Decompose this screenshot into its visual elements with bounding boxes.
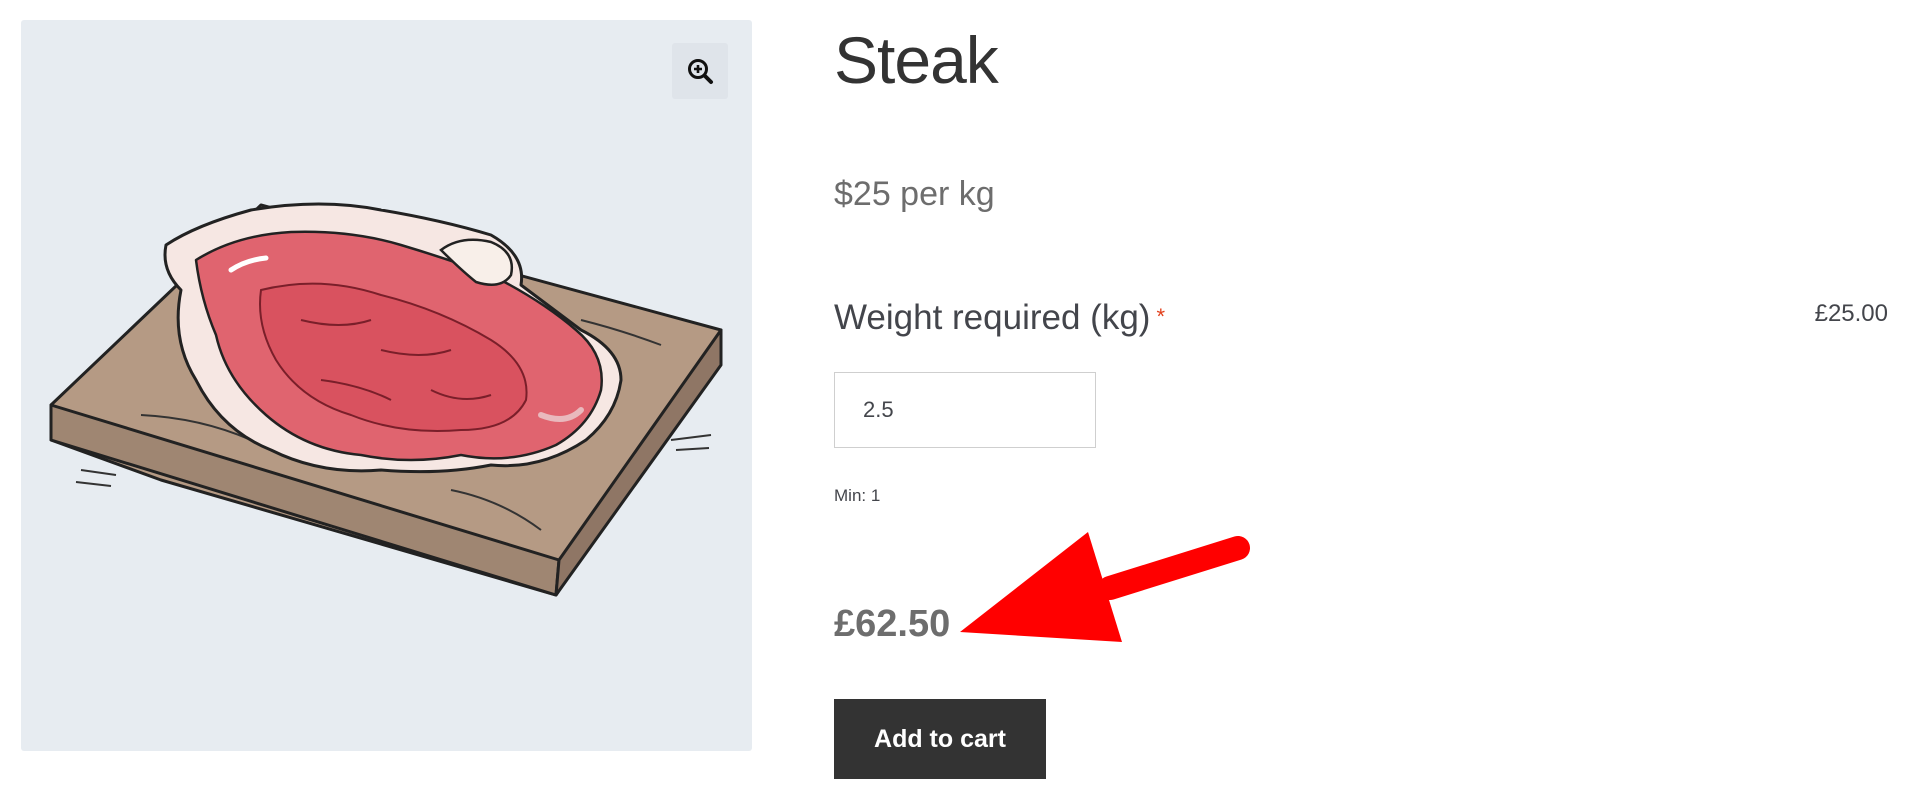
product-gallery — [21, 20, 752, 751]
zoom-button[interactable] — [672, 43, 728, 99]
option-price: £25.00 — [1814, 300, 1888, 327]
product-title: Steak — [834, 23, 999, 97]
product-summary: Steak $25 per kg Weight required (kg) * £… — [834, 0, 1894, 804]
min-note: Min: 1 — [834, 486, 881, 505]
weight-label-text: Weight required (kg) — [834, 298, 1151, 337]
unit-price: $25 per kg — [834, 175, 995, 213]
product-image[interactable] — [21, 20, 752, 751]
annotation-arrow — [960, 532, 1250, 642]
add-to-cart-button[interactable]: Add to cart — [834, 699, 1046, 779]
magnifier-plus-icon — [688, 59, 713, 84]
total-price: £62.50 — [834, 603, 951, 645]
weight-input[interactable] — [834, 372, 1096, 448]
weight-label: Weight required (kg) * — [834, 298, 1165, 338]
product-page: Steak $25 per kg Weight required (kg) * £… — [0, 0, 1920, 804]
required-marker: * — [1156, 304, 1165, 329]
